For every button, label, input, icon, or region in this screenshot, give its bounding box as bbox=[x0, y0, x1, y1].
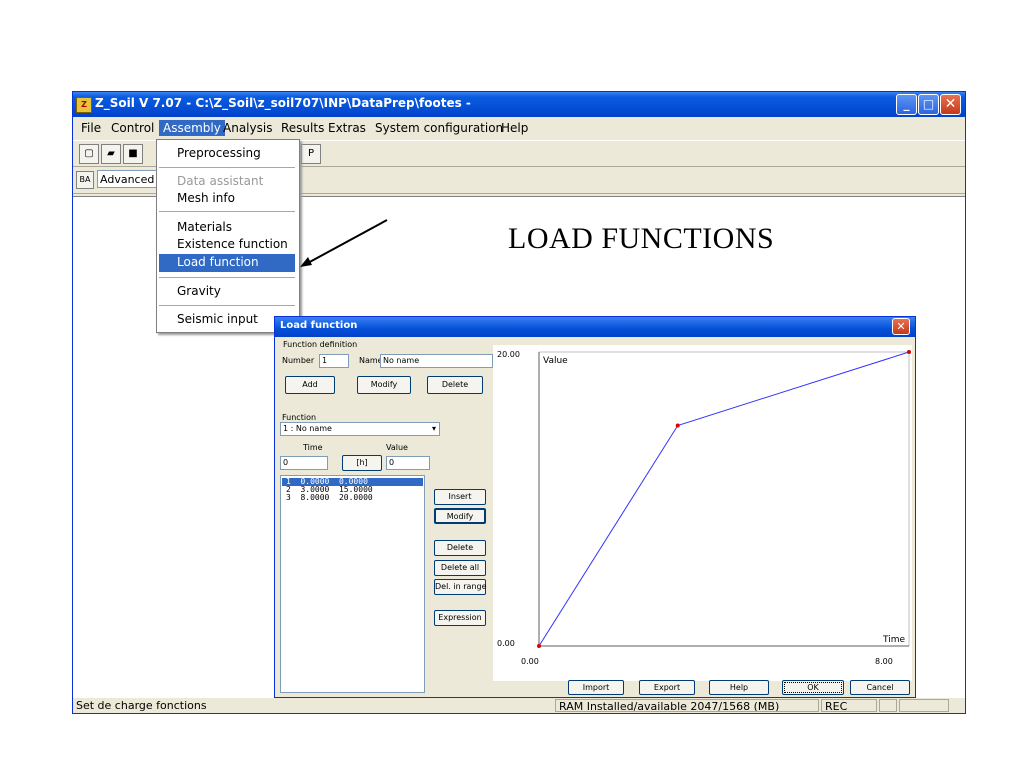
menu-item-materials[interactable]: Materials bbox=[177, 220, 232, 234]
menu-file[interactable]: File bbox=[77, 120, 105, 136]
menu-system-configuration[interactable]: System configuration bbox=[371, 120, 507, 136]
y-tick-label: 20.00 bbox=[497, 350, 520, 359]
number-input[interactable]: 1 bbox=[319, 354, 349, 368]
number-label: Number bbox=[282, 356, 315, 365]
export-button[interactable]: Export bbox=[639, 680, 695, 695]
series-line bbox=[538, 351, 910, 647]
menu-item-data-assistant: Data assistant bbox=[177, 174, 264, 188]
delete-point-button[interactable]: Delete bbox=[434, 540, 486, 556]
x-tick-label: 0.00 bbox=[521, 657, 539, 666]
status-message: Set de charge fonctions bbox=[76, 699, 207, 712]
menu-control[interactable]: Control bbox=[107, 120, 158, 136]
time-label: Time bbox=[303, 443, 323, 452]
menu-item-load-function[interactable]: Load function bbox=[177, 255, 259, 269]
load-function-chart: 20.00 0.00 0.00 8.00 Value Time bbox=[497, 350, 911, 666]
maximize-button[interactable]: □ bbox=[918, 94, 939, 115]
ok-button[interactable]: OK bbox=[782, 680, 844, 695]
mode-icon[interactable]: BA bbox=[76, 171, 94, 189]
function-label: Function bbox=[282, 413, 317, 422]
delete-in-range-button[interactable]: Del. in range bbox=[434, 579, 487, 595]
y-axis-label: Value bbox=[543, 356, 568, 366]
modify-button[interactable]: Modify bbox=[357, 376, 411, 394]
status-ram: RAM Installed/available 2047/1568 (MB) bbox=[555, 699, 819, 712]
menu-help[interactable]: Help bbox=[497, 120, 532, 136]
menu-results[interactable]: Results bbox=[277, 120, 328, 136]
x-axis-label: Time bbox=[882, 635, 905, 645]
load-function-dialog: Load function ✕ Function definition Numb… bbox=[274, 316, 916, 698]
menu-separator bbox=[159, 167, 295, 168]
save-icon[interactable]: ■ bbox=[123, 144, 143, 164]
data-point bbox=[537, 644, 541, 648]
unit-button[interactable]: [h] bbox=[342, 455, 382, 471]
print-preview-icon[interactable]: P bbox=[301, 144, 321, 164]
open-folder-icon[interactable]: ▰ bbox=[101, 144, 121, 164]
pointer-arrow bbox=[300, 219, 388, 267]
delete-button[interactable]: Delete bbox=[427, 376, 483, 394]
x-tick-label: 8.00 bbox=[875, 657, 893, 666]
chevron-down-icon: ▾ bbox=[431, 424, 436, 433]
status-pane bbox=[899, 699, 949, 712]
menu-item-gravity[interactable]: Gravity bbox=[177, 284, 221, 298]
points-list[interactable]: 1 0.0000 0.0000 2 3.0000 15.0000 3 8.000… bbox=[280, 475, 425, 693]
add-button[interactable]: Add bbox=[285, 376, 335, 394]
status-pane bbox=[879, 699, 897, 712]
status-rec: REC bbox=[821, 699, 877, 712]
function-select[interactable]: 1 : No name ▾ bbox=[280, 422, 440, 436]
minimize-button[interactable]: _ bbox=[896, 94, 917, 115]
plot-frame bbox=[538, 351, 910, 647]
menu-item-seismic-input[interactable]: Seismic input bbox=[177, 312, 258, 326]
status-bar: Set de charge fonctions RAM Installed/av… bbox=[73, 698, 965, 713]
value-label: Value bbox=[386, 443, 408, 452]
name-input[interactable]: No name bbox=[380, 354, 493, 368]
window-title: Z_Soil V 7.07 - C:\Z_Soil\z_soil707\INP\… bbox=[95, 96, 471, 110]
time-input[interactable]: 0 bbox=[280, 456, 328, 470]
menu-extras[interactable]: Extras bbox=[324, 120, 370, 136]
close-button[interactable]: ✕ bbox=[940, 94, 961, 115]
new-file-icon[interactable]: ▢ bbox=[79, 144, 99, 164]
list-item[interactable]: 3 8.0000 20.0000 bbox=[282, 494, 423, 502]
slide-title: LOAD FUNCTIONS bbox=[508, 222, 775, 255]
app-icon: Z bbox=[76, 97, 92, 113]
assembly-dropdown: Preprocessing Data assistant Mesh info M… bbox=[156, 139, 300, 333]
delete-all-button[interactable]: Delete all bbox=[434, 560, 486, 576]
dialog-title: Load function bbox=[280, 320, 358, 331]
insert-button[interactable]: Insert bbox=[434, 489, 486, 505]
function-select-value: 1 : No name bbox=[283, 424, 332, 433]
menu-separator bbox=[159, 211, 295, 212]
menu-separator bbox=[159, 277, 295, 278]
function-definition-label: Function definition bbox=[283, 340, 358, 349]
menu-bar: File Control Assembly Analysis Results E… bbox=[73, 117, 965, 139]
value-input[interactable]: 0 bbox=[386, 456, 430, 470]
cancel-button[interactable]: Cancel bbox=[850, 680, 910, 695]
menu-analysis[interactable]: Analysis bbox=[219, 120, 276, 136]
y-tick-label: 0.00 bbox=[497, 639, 515, 648]
data-point bbox=[907, 350, 911, 354]
menu-item-existence-function[interactable]: Existence function bbox=[177, 237, 288, 251]
modify-point-button[interactable]: Modify bbox=[434, 508, 486, 524]
dialog-close-button[interactable]: ✕ bbox=[892, 318, 910, 335]
menu-separator bbox=[159, 305, 295, 306]
menu-item-mesh-info[interactable]: Mesh info bbox=[177, 191, 235, 205]
expression-button[interactable]: Expression bbox=[434, 610, 486, 626]
import-button[interactable]: Import bbox=[568, 680, 624, 695]
data-point bbox=[675, 423, 680, 428]
dialog-title-bar[interactable]: Load function ✕ bbox=[275, 317, 915, 337]
help-button[interactable]: Help bbox=[709, 680, 769, 695]
title-bar[interactable]: Z Z_Soil V 7.07 - C:\Z_Soil\z_soil707\IN… bbox=[73, 92, 965, 117]
menu-assembly[interactable]: Assembly bbox=[159, 120, 225, 136]
menu-item-preprocessing[interactable]: Preprocessing bbox=[177, 146, 261, 160]
